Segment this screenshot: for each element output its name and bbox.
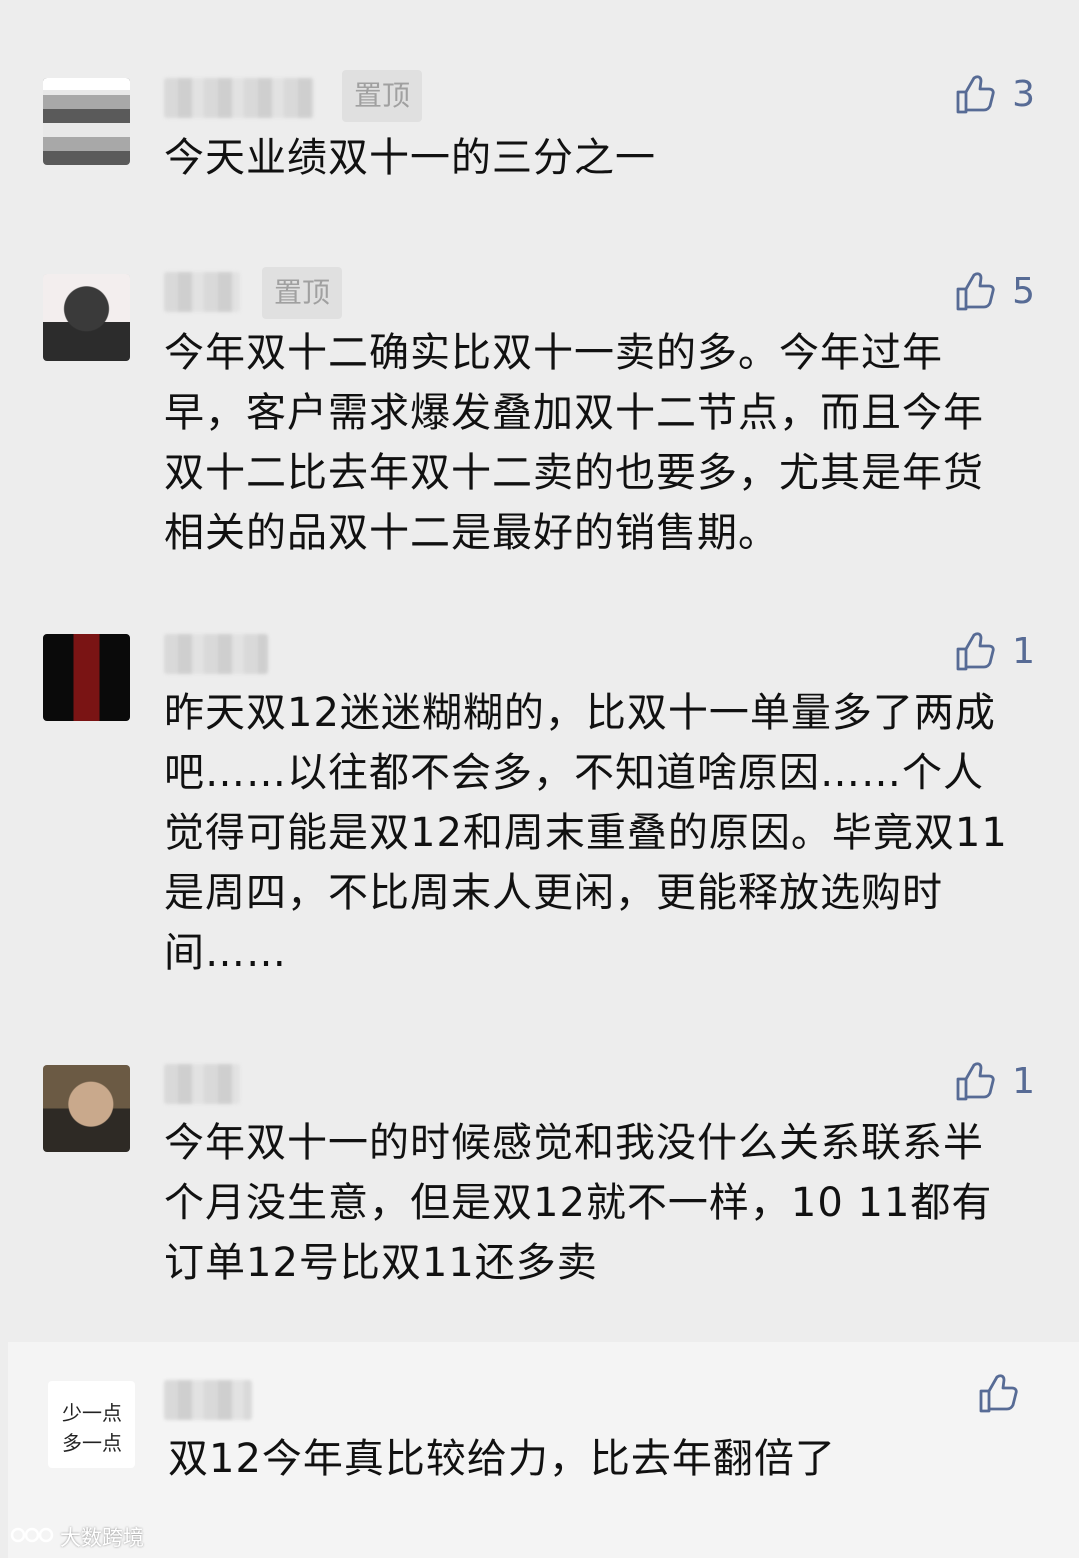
avatar-text: 少一点 bbox=[62, 1401, 122, 1425]
thumbs-up-icon bbox=[954, 1061, 996, 1103]
comment-text: 昨天双12迷迷糊糊的，比双十一单量多了两成吧……以往都不会多，不知道啥原因……个… bbox=[164, 690, 1008, 976]
like-count: 3 bbox=[1012, 74, 1035, 115]
comment-text: 今年双十二确实比双十一卖的多。今年过年早，客户需求爆发叠加双十二节点，而且今年双… bbox=[164, 330, 984, 556]
comment-text: 双12今年真比较给力，比去年翻倍了 bbox=[168, 1436, 836, 1482]
like-button[interactable] bbox=[977, 1373, 1035, 1415]
thumbs-up-icon bbox=[954, 74, 996, 116]
username-blurred[interactable] bbox=[164, 1064, 240, 1104]
like-count: 1 bbox=[1012, 1061, 1035, 1102]
username-blurred[interactable] bbox=[164, 1380, 252, 1420]
like-button[interactable]: 1 bbox=[954, 1060, 1035, 1104]
username-blurred[interactable] bbox=[164, 634, 268, 674]
avatar[interactable] bbox=[43, 634, 130, 721]
avatar-text: 多一点 bbox=[62, 1431, 122, 1455]
like-count: 1 bbox=[1012, 631, 1035, 672]
watermark-text: 大数跨境 bbox=[60, 1526, 144, 1550]
watermark: 大数跨境 bbox=[10, 1522, 144, 1552]
thumbs-up-icon bbox=[954, 631, 996, 673]
like-button[interactable]: 3 bbox=[954, 73, 1035, 117]
pinned-badge: 置顶 bbox=[262, 267, 343, 319]
avatar[interactable] bbox=[43, 1065, 130, 1152]
pinned-badge: 置顶 bbox=[342, 70, 423, 122]
comment-text: 今天业绩双十一的三分之一 bbox=[164, 135, 656, 181]
thumbs-up-icon bbox=[977, 1373, 1019, 1415]
like-button[interactable]: 5 bbox=[954, 270, 1035, 314]
thumbs-up-icon bbox=[954, 271, 996, 313]
avatar[interactable]: 少一点 多一点 bbox=[48, 1381, 135, 1468]
brand-logo-icon bbox=[10, 1523, 54, 1552]
like-button[interactable]: 1 bbox=[954, 630, 1035, 674]
avatar[interactable] bbox=[43, 274, 130, 361]
avatar[interactable] bbox=[43, 78, 130, 165]
username-blurred[interactable] bbox=[164, 272, 240, 312]
like-count: 5 bbox=[1012, 271, 1035, 312]
username-blurred[interactable] bbox=[164, 78, 314, 118]
comment-text: 今年双十一的时候感觉和我没什么关系联系半个月没生意，但是双12就不一样，10 1… bbox=[164, 1120, 993, 1286]
